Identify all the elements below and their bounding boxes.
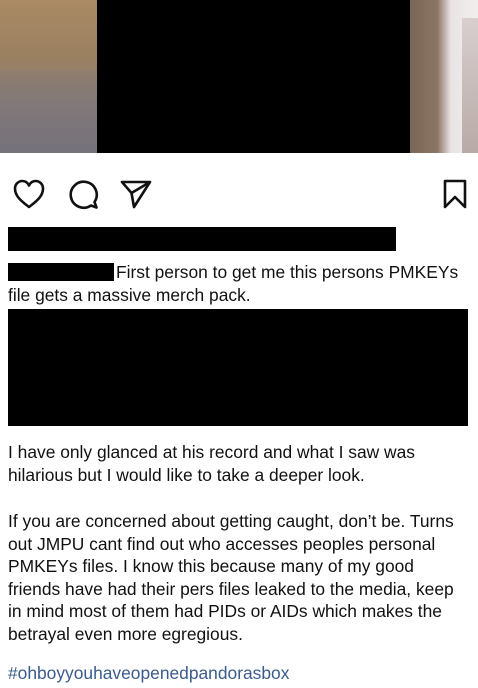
heart-icon[interactable] [12, 178, 46, 210]
post-image[interactable] [0, 0, 478, 153]
image-left-shadow [0, 70, 98, 153]
image-right-detail [462, 18, 478, 153]
caption-text: First person to get me this persons PMKE… [8, 262, 459, 305]
post-action-bar [0, 174, 478, 214]
redacted-block [8, 309, 468, 426]
caption-paragraph-2: If you are concerned about getting caugh… [8, 511, 454, 644]
redacted-likes-line [8, 227, 396, 251]
hashtag-link[interactable]: #ohboyyouhaveopenedpandorasbox [8, 662, 470, 685]
caption-paragraph-1: I have only glanced at his record and wh… [8, 442, 415, 485]
image-redaction [97, 0, 410, 153]
comment-icon[interactable] [67, 178, 99, 210]
send-icon[interactable] [119, 178, 153, 210]
bookmark-icon[interactable] [442, 178, 468, 210]
